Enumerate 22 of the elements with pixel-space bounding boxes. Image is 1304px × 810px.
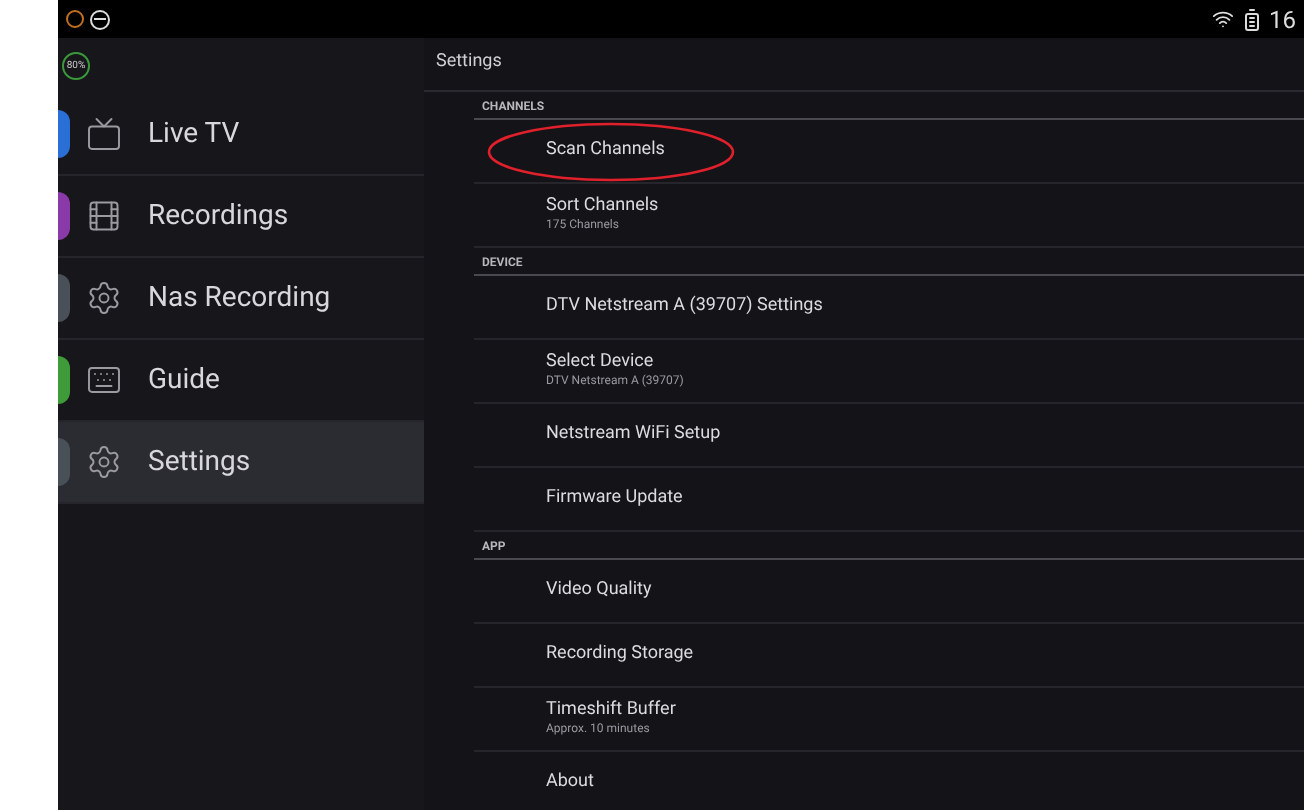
sidebar-item[interactable]: Settings	[58, 422, 424, 504]
battery-icon	[1239, 7, 1263, 31]
sidebar-item[interactable]: Nas Recording	[58, 258, 424, 340]
do-not-disturb-icon	[90, 9, 110, 29]
gear-icon	[85, 280, 121, 316]
page-title: Settings	[436, 50, 502, 77]
film-icon	[85, 198, 121, 234]
status-icon	[66, 10, 84, 28]
status-time: 16	[1269, 7, 1296, 31]
settings-row[interactable]: DTV Netstream A (39707) Settings	[474, 276, 1304, 340]
settings-row[interactable]: Firmware Update	[474, 468, 1304, 532]
gear-icon	[85, 444, 121, 480]
tv-icon	[85, 116, 121, 152]
settings-row[interactable]: Recording Storage	[474, 624, 1304, 688]
settings-row[interactable]: Scan Channels	[474, 120, 1304, 184]
settings-row[interactable]: Video Quality	[474, 560, 1304, 624]
wifi-icon	[1211, 8, 1233, 30]
settings-row[interactable]: Netstream WiFi Setup	[474, 404, 1304, 468]
settings-row[interactable]: About	[474, 752, 1304, 810]
keyboard-icon	[85, 362, 121, 398]
sidebar-item[interactable]: Live TV	[58, 94, 424, 176]
sidebar-item[interactable]: Recordings	[58, 176, 424, 258]
